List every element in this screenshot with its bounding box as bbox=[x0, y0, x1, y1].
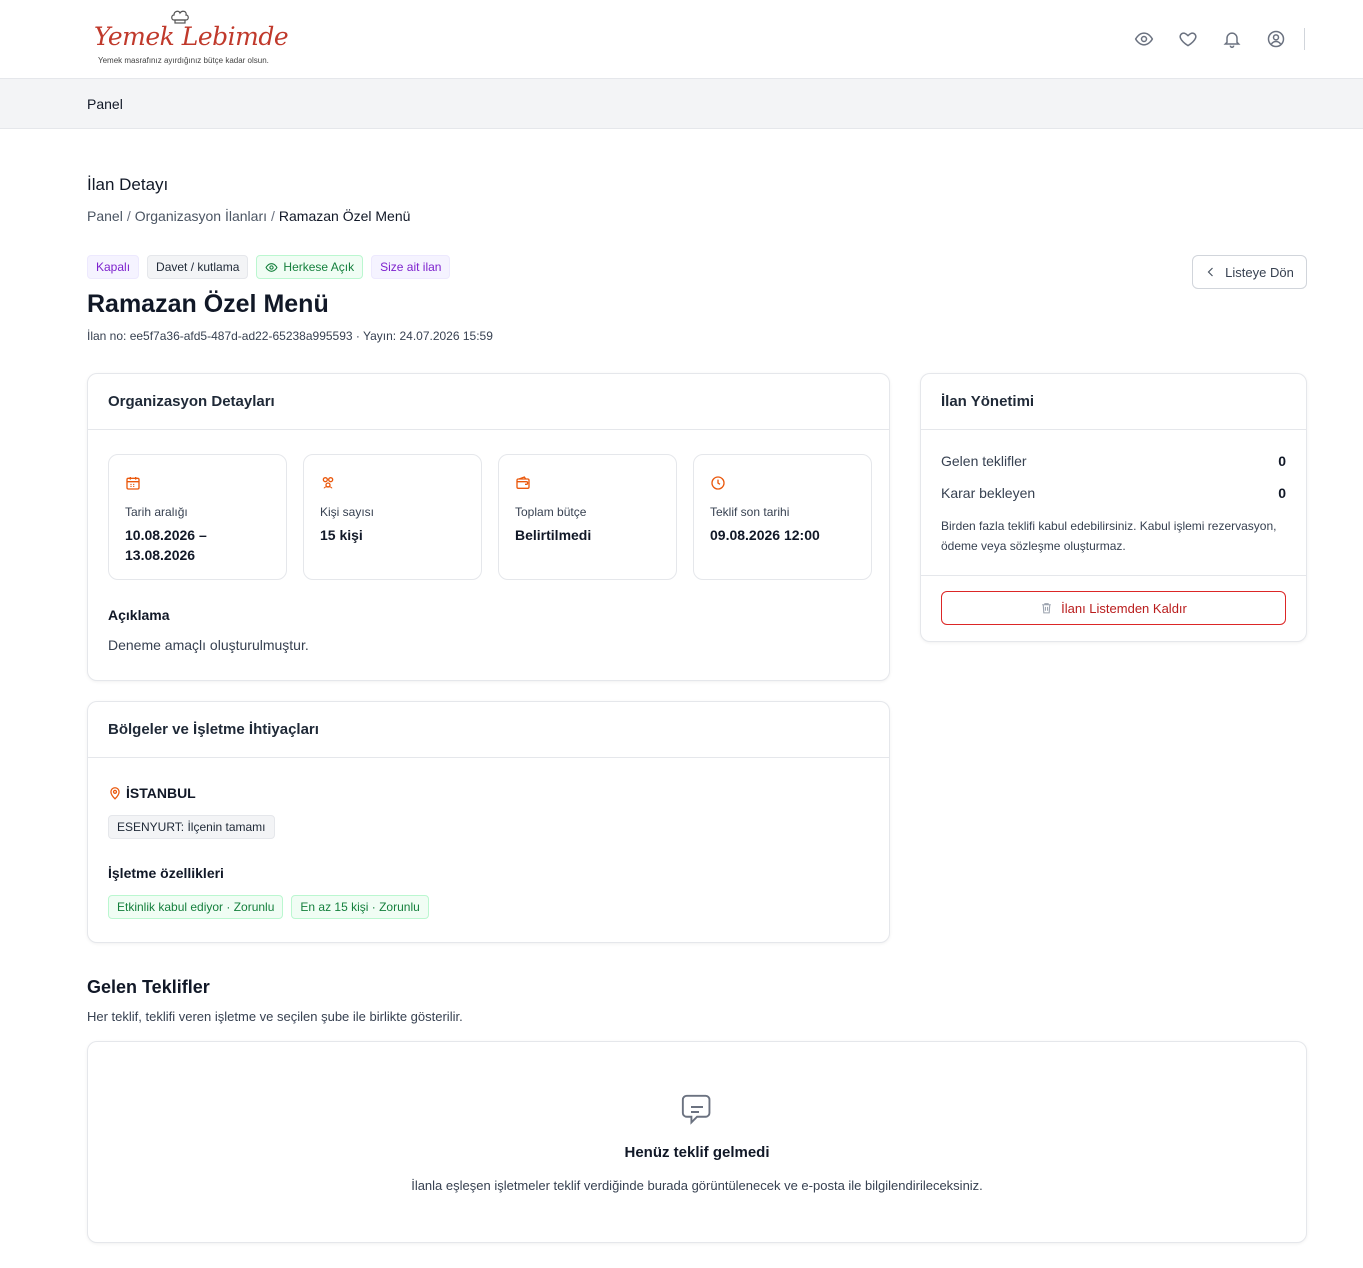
card-heading: Bölgeler ve İşletme İhtiyaçları bbox=[88, 702, 889, 758]
stat-value: 09.08.2026 12:00 bbox=[710, 527, 820, 543]
description-title: Açıklama bbox=[108, 607, 170, 623]
brand-logo[interactable]: Yemek Lebimde Yemek masrafınız ayırdığın… bbox=[90, 10, 289, 68]
pending-decision-row: Karar bekleyen 0 bbox=[941, 485, 1286, 501]
logo-wordmark: Yemek Lebimde bbox=[94, 22, 289, 51]
message-square-icon bbox=[681, 1094, 711, 1125]
stat-date-range: Tarih aralığı 10.08.2026 – 13.08.2026 bbox=[108, 454, 287, 580]
breadcrumb-panel[interactable]: Panel bbox=[87, 208, 123, 224]
clock-icon bbox=[711, 476, 725, 490]
breadcrumb-org-listings[interactable]: Organizasyon İlanları bbox=[135, 208, 267, 224]
map-pin-icon bbox=[110, 787, 120, 800]
remove-listing-label: İlanı Listemden Kaldır bbox=[1061, 600, 1187, 616]
page-title: İlan Detayı bbox=[87, 175, 169, 194]
listing-title: Ramazan Özel Menü bbox=[87, 290, 329, 318]
top-bar: Yemek Lebimde Yemek masrafınız ayırdığın… bbox=[0, 0, 1363, 79]
heart-icon[interactable] bbox=[1178, 28, 1198, 50]
wallet-icon bbox=[516, 476, 530, 489]
offers-empty-state: Henüz teklif gelmedi İlanla eşleşen işle… bbox=[87, 1041, 1307, 1243]
people-icon bbox=[322, 477, 334, 489]
breadcrumb: Panel / Organizasyon İlanları / Ramazan … bbox=[87, 208, 410, 224]
region-city: İSTANBUL bbox=[108, 785, 196, 801]
stat-value: Belirtilmedi bbox=[515, 527, 592, 543]
card-heading: Organizasyon Detayları bbox=[88, 374, 889, 430]
listing-meta: İlan no: ee5f7a36-afd5-487d-ad22-65238a9… bbox=[87, 329, 493, 343]
stat-label: Kişi sayısı bbox=[320, 505, 375, 519]
organization-details-card: Organizasyon Detayları Tarih aralığı 10.… bbox=[87, 373, 890, 681]
visibility-badge: Herkese Açık bbox=[256, 255, 364, 279]
trash-icon bbox=[1042, 603, 1051, 614]
incoming-offers-count: 0 bbox=[1278, 453, 1286, 469]
owner-badge: Size ait ilan bbox=[371, 255, 451, 279]
district-chip: ESENYURT: İlçenin tamamı bbox=[108, 815, 275, 839]
stat-label: Toplam bütçe bbox=[515, 505, 587, 519]
nav-panel-link[interactable]: Panel bbox=[87, 96, 123, 112]
card-heading: İlan Yönetimi bbox=[921, 374, 1306, 430]
listing-management-card: İlan Yönetimi Gelen teklifler 0 Karar be… bbox=[920, 373, 1307, 642]
breadcrumb-separator: / bbox=[126, 208, 131, 224]
eye-icon[interactable] bbox=[1134, 28, 1154, 50]
features-title: İşletme özellikleri bbox=[108, 865, 224, 881]
back-to-list-button[interactable]: Listeye Dön bbox=[1192, 255, 1307, 289]
stat-grid: Tarih aralığı 10.08.2026 – 13.08.2026 Ki… bbox=[108, 454, 872, 580]
offers-section-subtitle: Her teklif, teklifi veren işletme ve seç… bbox=[87, 1009, 463, 1024]
header-actions bbox=[1134, 28, 1286, 50]
regions-card: Bölgeler ve İşletme İhtiyaçları İSTANBUL… bbox=[87, 701, 890, 943]
listing-badges: Kapalı Davet / kutlama Herkese Açık Size… bbox=[87, 255, 451, 279]
stat-label: Tarih aralığı bbox=[125, 505, 188, 519]
pending-decision-label: Karar bekleyen bbox=[941, 485, 1036, 501]
stat-offer-deadline: Teklif son tarihi 09.08.2026 12:00 bbox=[693, 454, 872, 580]
pending-decision-count: 0 bbox=[1278, 485, 1286, 501]
stat-value: 15 kişi bbox=[320, 527, 363, 543]
offers-section-title: Gelen Teklifler bbox=[87, 977, 210, 997]
logo-tagline: Yemek masrafınız ayırdığınız bütçe kadar… bbox=[98, 56, 269, 65]
chevron-left-icon bbox=[1207, 267, 1214, 277]
incoming-offers-label: Gelen teklifler bbox=[941, 453, 1027, 469]
feature-chip: En az 15 kişi · Zorunlu bbox=[291, 895, 429, 919]
stat-people-count: Kişi sayısı 15 kişi bbox=[303, 454, 482, 580]
divider bbox=[921, 575, 1306, 576]
stat-total-budget: Toplam bütçe Belirtilmedi bbox=[498, 454, 677, 580]
category-badge: Davet / kutlama bbox=[147, 255, 249, 279]
sub-navigation: Panel bbox=[0, 79, 1363, 129]
empty-state-title: Henüz teklif gelmedi bbox=[624, 1144, 770, 1161]
feature-chip: Etkinlik kabul ediyor · Zorunlu bbox=[108, 895, 284, 919]
breadcrumb-separator: / bbox=[271, 208, 275, 224]
breadcrumb-current: Ramazan Özel Menü bbox=[278, 208, 411, 224]
back-button-label: Listeye Dön bbox=[1225, 264, 1294, 280]
stat-value: 10.08.2026 – 13.08.2026 bbox=[125, 527, 207, 563]
eye-icon bbox=[265, 262, 278, 272]
header-divider bbox=[1304, 28, 1305, 50]
description-text: Deneme amaçlı oluşturulmuştur. bbox=[108, 637, 309, 653]
empty-state-text: İlanla eşleşen işletmeler teklif verdiği… bbox=[411, 1178, 983, 1193]
calendar-icon bbox=[126, 477, 140, 490]
incoming-offers-row: Gelen teklifler 0 bbox=[941, 453, 1286, 469]
bell-icon[interactable] bbox=[1222, 28, 1242, 50]
region-city-label: İSTANBUL bbox=[126, 785, 196, 801]
management-note: Birden fazla teklifi kabul edebilirsiniz… bbox=[941, 519, 1277, 553]
stat-label: Teklif son tarihi bbox=[710, 505, 790, 519]
remove-listing-button[interactable]: İlanı Listemden Kaldır bbox=[941, 591, 1286, 625]
user-circle-icon[interactable] bbox=[1266, 28, 1286, 50]
feature-chips: Etkinlik kabul ediyor · Zorunlu En az 15… bbox=[108, 895, 429, 919]
status-badge: Kapalı bbox=[87, 255, 140, 279]
